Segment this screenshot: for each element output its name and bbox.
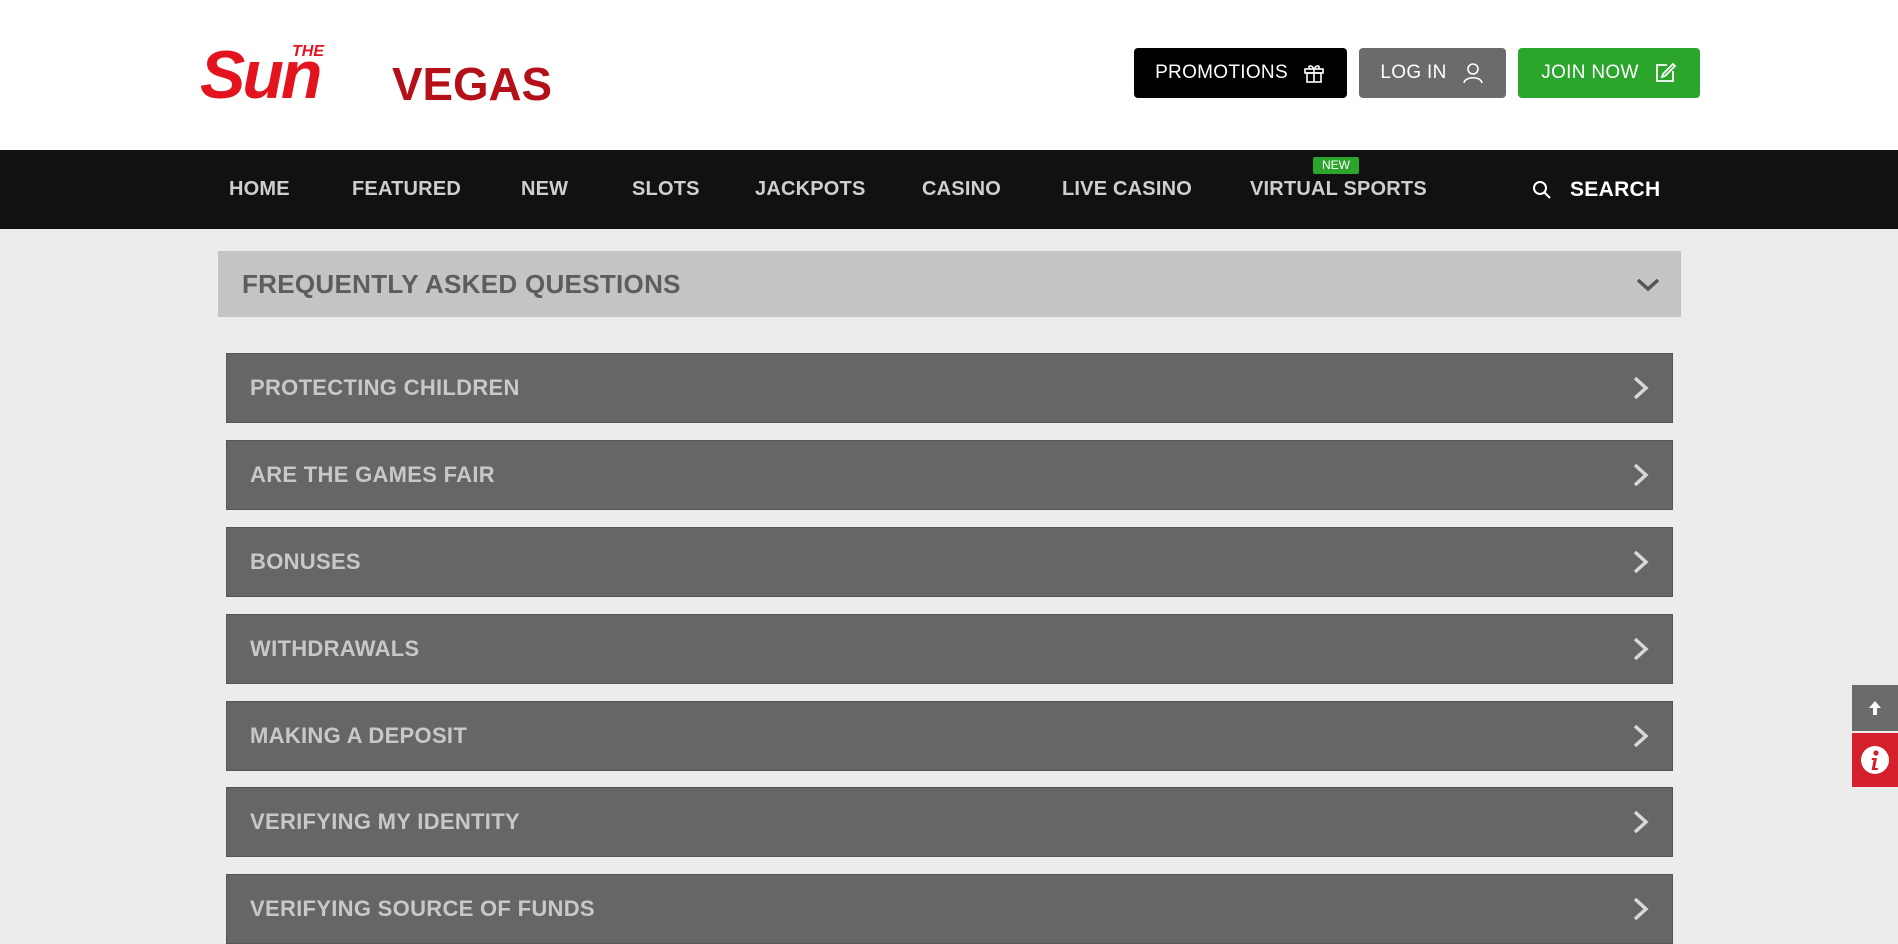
nav-item-featured[interactable]: FEATURED (352, 150, 461, 229)
promotions-button[interactable]: PROMOTIONS (1134, 48, 1347, 98)
chevron-right-icon (1633, 724, 1649, 748)
faq-item-label: VERIFYING MY IDENTITY (250, 809, 520, 834)
chevron-right-icon (1633, 376, 1649, 400)
user-icon (1462, 63, 1483, 84)
faq-item-withdrawals[interactable]: WITHDRAWALS (226, 614, 1673, 684)
nav-item-jackpots[interactable]: JACKPOTS (755, 150, 866, 229)
faq-item-making-a-deposit[interactable]: MAKING A DEPOSIT (226, 701, 1673, 771)
nav-item-live-casino[interactable]: LIVE CASINO (1062, 150, 1192, 229)
chevron-right-icon (1633, 463, 1649, 487)
nav-item-new[interactable]: NEW (521, 150, 568, 229)
faq-item-protecting-children[interactable]: PROTECTING CHILDREN (226, 353, 1673, 423)
scroll-to-top-button[interactable] (1852, 685, 1898, 731)
chevron-right-icon (1633, 550, 1649, 574)
site-header: THE Sun VEGAS PROMOTIONS LOG IN JOIN NOW (0, 0, 1898, 150)
faq-item-are-the-games-fair[interactable]: ARE THE GAMES FAIR (226, 440, 1673, 510)
faq-item-bonuses[interactable]: BONUSES (226, 527, 1673, 597)
info-icon (1861, 746, 1889, 774)
search-button[interactable]: SEARCH (1532, 150, 1660, 229)
chevron-right-icon (1633, 637, 1649, 661)
chevron-right-icon (1633, 810, 1649, 834)
faq-item-verifying-my-identity[interactable]: VERIFYING MY IDENTITY (226, 787, 1673, 857)
login-label: LOG IN (1380, 62, 1447, 83)
svg-text:Sun: Sun (200, 40, 320, 104)
faq-item-label: ARE THE GAMES FAIR (250, 462, 495, 487)
search-icon (1533, 180, 1551, 199)
faq-accordion-header[interactable]: FREQUENTLY ASKED QUESTIONS (218, 251, 1681, 317)
new-badge: NEW (1313, 157, 1359, 174)
join-now-button[interactable]: JOIN NOW (1518, 48, 1700, 98)
faq-item-label: MAKING A DEPOSIT (250, 723, 468, 748)
faq-item-label: WITHDRAWALS (250, 636, 420, 661)
faq-item-verifying-source-of-funds[interactable]: VERIFYING SOURCE OF FUNDS (226, 874, 1673, 944)
login-button[interactable]: LOG IN (1359, 48, 1506, 98)
gift-icon (1304, 65, 1324, 83)
edit-icon (1655, 62, 1676, 82)
join-label: JOIN NOW (1541, 62, 1639, 83)
info-button[interactable] (1852, 733, 1898, 787)
nav-item-casino[interactable]: CASINO (922, 150, 1001, 229)
nav-item-home[interactable]: HOME (229, 150, 290, 229)
faq-item-label: VERIFYING SOURCE OF FUNDS (250, 896, 595, 921)
promotions-label: PROMOTIONS (1155, 62, 1288, 83)
search-label: SEARCH (1570, 177, 1661, 201)
sun-vegas-logo[interactable]: THE Sun VEGAS (200, 40, 556, 104)
chevron-right-icon (1633, 897, 1649, 921)
svg-text:VEGAS: VEGAS (392, 58, 552, 104)
arrow-up-icon (1869, 701, 1881, 715)
nav-item-slots[interactable]: SLOTS (632, 150, 700, 229)
faq-item-label: PROTECTING CHILDREN (250, 375, 520, 400)
chevron-down-icon (1636, 278, 1660, 292)
faq-title: FREQUENTLY ASKED QUESTIONS (242, 269, 681, 299)
faq-item-label: BONUSES (250, 549, 361, 574)
